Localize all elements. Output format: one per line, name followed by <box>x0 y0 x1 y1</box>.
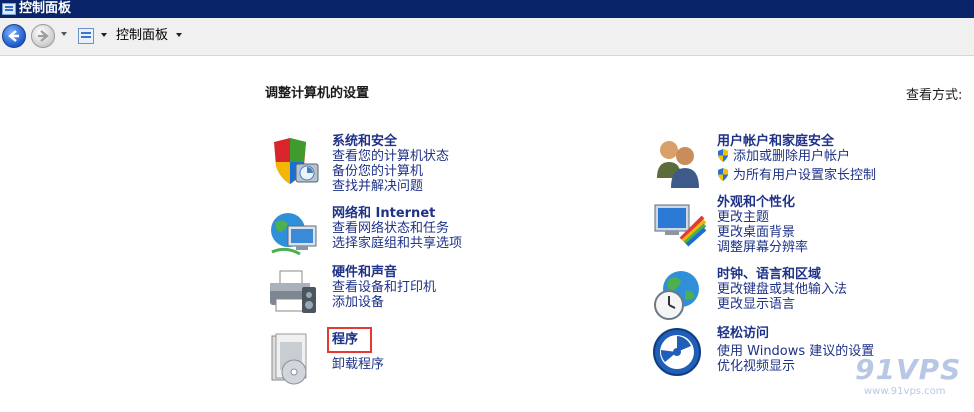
breadcrumb-dropdown-icon[interactable] <box>101 33 107 37</box>
uac-shield-icon <box>718 149 728 162</box>
category-title[interactable]: 硬件和声音 <box>332 265 552 280</box>
category-title[interactable]: 系统和安全 <box>332 134 552 149</box>
category-title[interactable]: 外观和个性化 <box>717 195 937 210</box>
forward-button[interactable] <box>31 24 55 48</box>
link-change-keyboard[interactable]: 更改键盘或其他输入法 <box>717 282 937 297</box>
window-title: 控制面板 <box>19 1 72 16</box>
watermark-brand: 91VPS <box>855 353 962 386</box>
link-label: 添加或删除用户帐户 <box>733 149 851 164</box>
category-title[interactable]: 轻松访问 <box>717 326 937 341</box>
link-backup-computer[interactable]: 备份您的计算机 <box>332 164 552 179</box>
back-arrow-icon <box>8 30 19 42</box>
title-bar: 控制面板 <box>0 0 974 18</box>
ease-of-access-icon <box>653 328 701 376</box>
programs-highlight-box <box>327 327 372 353</box>
link-change-background[interactable]: 更改桌面背景 <box>717 225 937 240</box>
link-add-device[interactable]: 添加设备 <box>332 295 552 310</box>
programs-icon <box>271 333 307 385</box>
control-panel-icon <box>2 3 16 15</box>
page-heading: 调整计算机的设置 <box>265 86 370 101</box>
printer-icon <box>270 270 316 313</box>
recent-pages-dropdown[interactable] <box>60 30 68 38</box>
appearance-monitor-icon <box>654 204 707 247</box>
category-title[interactable]: 用户帐户和家庭安全 <box>717 134 937 149</box>
link-view-computer-status[interactable]: 查看您的计算机状态 <box>332 149 552 164</box>
control-panel-breadcrumb-icon <box>78 28 94 44</box>
link-change-theme[interactable]: 更改主题 <box>717 210 937 225</box>
back-button[interactable] <box>2 24 26 48</box>
users-icon <box>657 141 699 188</box>
breadcrumb-chevron-icon[interactable] <box>176 33 182 37</box>
clock-globe-icon <box>654 271 699 320</box>
link-find-fix-problems[interactable]: 查找并解决问题 <box>332 179 552 194</box>
link-label: 为所有用户设置家长控制 <box>733 168 877 183</box>
category-title[interactable]: 网络和 Internet <box>332 206 552 221</box>
link-add-remove-accounts[interactable]: 添加或删除用户帐户 <box>717 149 937 164</box>
link-change-display-language[interactable]: 更改显示语言 <box>717 297 937 312</box>
uac-shield-icon <box>718 168 728 181</box>
security-shield-icon <box>274 138 319 184</box>
network-globe-icon <box>271 213 317 256</box>
link-devices-printers[interactable]: 查看设备和打印机 <box>332 280 552 295</box>
watermark-url: www.91vps.com <box>864 386 946 397</box>
link-screen-resolution[interactable]: 调整屏幕分辨率 <box>717 240 937 255</box>
link-network-status[interactable]: 查看网络状态和任务 <box>332 221 552 236</box>
category-title[interactable]: 时钟、语言和区域 <box>717 267 937 282</box>
link-homegroup-sharing[interactable]: 选择家庭组和共享选项 <box>332 236 552 251</box>
link-uninstall-program[interactable]: 卸载程序 <box>332 357 552 372</box>
view-by-label: 查看方式: <box>906 88 963 103</box>
navigation-bar: 控制面板 <box>0 18 974 56</box>
forward-arrow-icon <box>38 30 49 42</box>
breadcrumb-control-panel[interactable]: 控制面板 <box>116 28 168 44</box>
link-parental-controls[interactable]: 为所有用户设置家长控制 <box>717 168 937 183</box>
